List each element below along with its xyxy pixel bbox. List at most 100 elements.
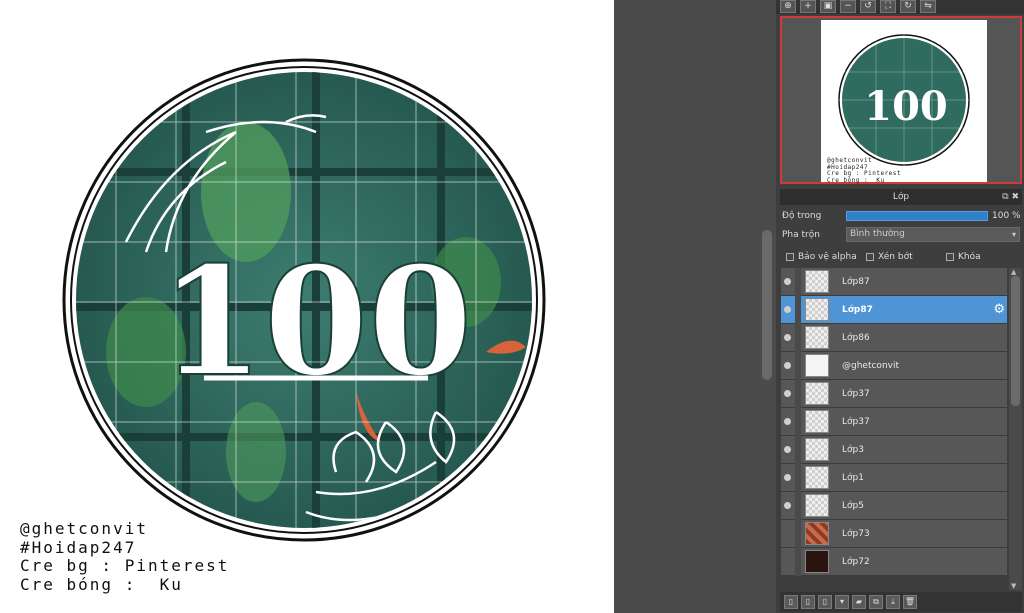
duplicate-icon[interactable]: ⧉ [869,595,883,609]
fit-screen-icon[interactable]: ⛶ [880,0,896,13]
opacity-row: Độ trong 100 % [782,208,1022,224]
navigator-preview[interactable]: 100 @ghetconvit #Hoidap247 Cre bg : Pint… [780,16,1022,184]
eye-icon[interactable] [784,334,791,341]
layer-edit-indicator [795,324,801,352]
clip-label: Xén bớt [878,252,913,262]
layer-thumbnail [805,354,829,377]
layer-edit-indicator [795,492,801,520]
folder-icon[interactable]: ▰ [852,595,866,609]
artwork-circle: 100 [62,58,546,542]
new-layer-icon[interactable]: ▯ [784,595,798,609]
layer-edit-indicator [795,380,801,408]
layer-row[interactable]: Lớp72 [781,548,1007,576]
zoom-out-icon[interactable]: − [840,0,856,13]
credit-line-4: Cre bóng : Ku [20,574,183,594]
layer-scroll-thumb[interactable] [1011,276,1020,406]
credit-line-2: #Hoidap247 [20,537,137,557]
blend-mode-select[interactable]: Bình thường ▾ [846,227,1020,242]
layer-thumbnail [805,466,829,489]
clip-checkbox[interactable]: Xén bớt [866,250,913,264]
canvas-margin [614,0,776,613]
lock-checkbox[interactable]: Khóa [946,250,981,264]
eye-icon[interactable] [784,502,791,509]
add-layer-menu-icon[interactable]: ▾ [835,595,849,609]
blend-row: Pha trộn Bình thường ▾ [782,227,1022,243]
layer-row[interactable]: Lớp5 [781,492,1007,520]
eye-icon[interactable] [784,446,791,453]
layer-row[interactable]: Lớp86 [781,324,1007,352]
protect-alpha-checkbox[interactable]: Bảo vệ alpha [786,250,857,264]
new-layer-1bit-icon[interactable]: ▯ [818,595,832,609]
layer-panel-header: Lớp ⧉ ✖ [780,189,1022,205]
layer-edit-indicator [795,408,801,436]
flip-icon[interactable]: ⇋ [920,0,936,13]
blend-mode-value: Bình thường [850,229,905,239]
app-window: 100 @ghetconvit #Hoidap247 Cre bg : Pint… [0,0,1024,613]
lock-label: Khóa [958,252,981,262]
layer-name: Lớp86 [842,333,870,343]
layer-name: Lớp3 [842,445,864,455]
opacity-value: 100 % [992,211,1021,221]
rotate-right-icon[interactable]: ↻ [900,0,916,13]
trash-icon[interactable]: 🗑 [903,595,917,609]
layer-edit-indicator [795,352,801,380]
checkbox-icon [946,253,954,261]
layer-row[interactable]: Lớp3 [781,436,1007,464]
layer-name: Lớp87 [842,305,873,315]
layer-name: Lớp37 [842,417,870,427]
layer-list: Lớp87 Lớp87 ⚙ Lớp86 @ghetconvit Lớp37 Lớp37 Lớp… [781,268,1007,590]
layer-toolbar: ▯ ▯ ▯ ▾ ▰ ⧉ ⤓ 🗑 [780,592,1022,612]
scroll-up-icon[interactable]: ▲ [1011,268,1016,276]
layer-thumbnail [805,382,829,405]
scroll-down-icon[interactable]: ▼ [1011,582,1016,590]
credit-line-3: Cre bg : Pinterest [20,556,230,575]
popout-icon[interactable]: ⧉ [1002,192,1008,202]
fit-icon[interactable]: ▣ [820,0,836,13]
layer-name: Lớp73 [842,529,870,539]
eye-icon[interactable] [784,474,791,481]
credits-text: @ghetconvit #Hoidap247 Cre bg : Pinteres… [20,519,230,594]
layer-thumbnail [805,438,829,461]
blend-label: Pha trộn [782,230,820,240]
layer-edit-indicator [795,548,801,576]
right-panel: ⊕ + ▣ − ↺ ⛶ ↻ ⇋ 100 @ghetconvit #Hoidap2… [776,0,1024,613]
eye-icon[interactable] [784,362,791,369]
canvas[interactable]: 100 @ghetconvit #Hoidap247 Cre bg : Pint… [0,0,614,613]
layer-row[interactable]: @ghetconvit [781,352,1007,380]
eye-icon[interactable] [784,418,791,425]
close-icon[interactable]: ✖ [1011,192,1019,202]
eye-icon[interactable] [784,278,791,285]
opacity-slider[interactable] [846,211,988,221]
canvas-scrollbar[interactable] [762,230,772,380]
layer-name: @ghetconvit [842,361,899,371]
layer-name: Lớp1 [842,473,864,483]
checkbox-icon [786,253,794,261]
merge-down-icon[interactable]: ⤓ [886,595,900,609]
eye-icon[interactable] [784,390,791,397]
layer-scrollbar[interactable]: ▲ ▼ [1009,268,1022,590]
navigator-number: 100 [864,83,948,130]
layer-edit-indicator [795,296,801,324]
layer-thumbnail [805,410,829,433]
layer-row[interactable]: Lớp37 [781,380,1007,408]
zoom-in-icon[interactable]: + [800,0,816,13]
layer-thumbnail [805,550,829,573]
eye-icon[interactable] [784,306,791,313]
new-layer-8bit-icon[interactable]: ▯ [801,595,815,609]
layer-panel-title: Lớp [892,192,910,202]
layer-row[interactable]: Lớp87 [781,268,1007,296]
zoom-plus-icon[interactable]: ⊕ [780,0,796,13]
layer-row[interactable]: Lớp1 [781,464,1007,492]
layer-row[interactable]: Lớp37 [781,408,1007,436]
layer-edit-indicator [795,520,801,548]
rotate-left-icon[interactable]: ↺ [860,0,876,13]
navigator-artwork: 100 [836,32,972,168]
gear-icon[interactable]: ⚙ [993,302,1005,317]
layer-thumbnail [805,298,829,321]
layer-name: Lớp72 [842,557,870,567]
nav-credit-4: Cre bóng : Ku [827,176,885,184]
layer-row[interactable]: Lớp73 [781,520,1007,548]
layer-row[interactable]: Lớp87 ⚙ [781,296,1007,324]
credit-line-1: @ghetconvit [20,519,148,538]
opacity-label: Độ trong [782,211,822,221]
